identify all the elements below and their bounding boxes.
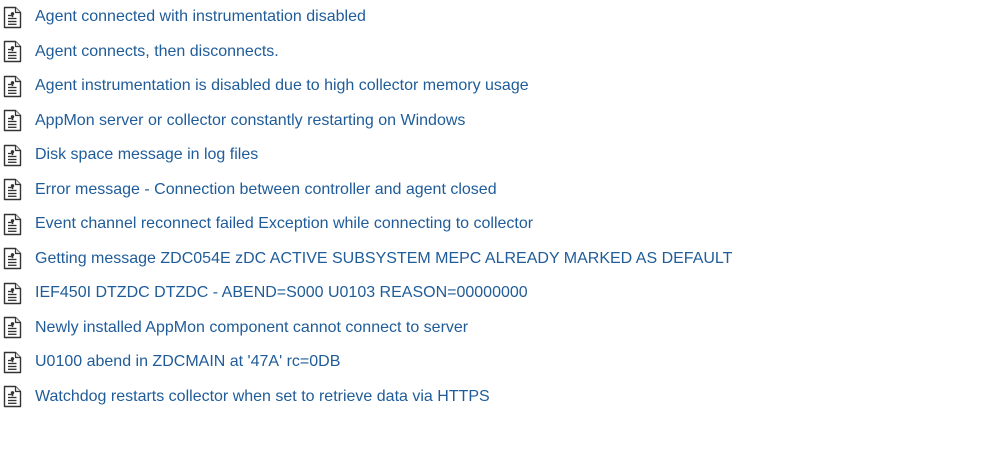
page-link[interactable]: Watchdog restarts collector when set to … [35,387,490,407]
list-item: Error message - Connection between contr… [0,173,987,208]
document-page-icon [3,6,22,28]
page-link[interactable]: AppMon server or collector constantly re… [35,111,465,131]
page-link[interactable]: Newly installed AppMon component cannot … [35,318,468,338]
document-page-icon [3,351,22,373]
list-item: Getting message ZDC054E zDC ACTIVE SUBSY… [0,242,987,277]
list-item: Newly installed AppMon component cannot … [0,311,987,346]
list-item: IEF450I DTZDC DTZDC - ABEND=S000 U0103 R… [0,276,987,311]
document-page-icon [3,41,22,63]
document-page-icon [3,248,22,270]
page-link[interactable]: Event channel reconnect failed Exception… [35,214,533,234]
document-page-icon [3,179,22,201]
document-page-icon [3,213,22,235]
page-link[interactable]: Agent connects, then disconnects. [35,42,279,62]
list-item: Agent connects, then disconnects. [0,35,987,70]
document-page-icon [3,317,22,339]
list-item: Watchdog restarts collector when set to … [0,380,987,415]
page-list: Agent connected with instrumentation dis… [0,0,987,414]
page-link[interactable]: Agent instrumentation is disabled due to… [35,76,529,96]
document-page-icon [3,282,22,304]
page-link[interactable]: Getting message ZDC054E zDC ACTIVE SUBSY… [35,249,732,269]
list-item: AppMon server or collector constantly re… [0,104,987,139]
document-page-icon [3,144,22,166]
page-link[interactable]: IEF450I DTZDC DTZDC - ABEND=S000 U0103 R… [35,283,528,303]
document-page-icon [3,75,22,97]
document-page-icon [3,110,22,132]
list-item: Disk space message in log files [0,138,987,173]
document-page-icon [3,386,22,408]
page-link[interactable]: Error message - Connection between contr… [35,180,497,200]
list-item: Agent connected with instrumentation dis… [0,0,987,35]
list-item: Event channel reconnect failed Exception… [0,207,987,242]
list-item: U0100 abend in ZDCMAIN at '47A' rc=0DB [0,345,987,380]
list-item: Agent instrumentation is disabled due to… [0,69,987,104]
page-link[interactable]: U0100 abend in ZDCMAIN at '47A' rc=0DB [35,352,340,372]
page-link[interactable]: Disk space message in log files [35,145,258,165]
page-link[interactable]: Agent connected with instrumentation dis… [35,7,366,27]
